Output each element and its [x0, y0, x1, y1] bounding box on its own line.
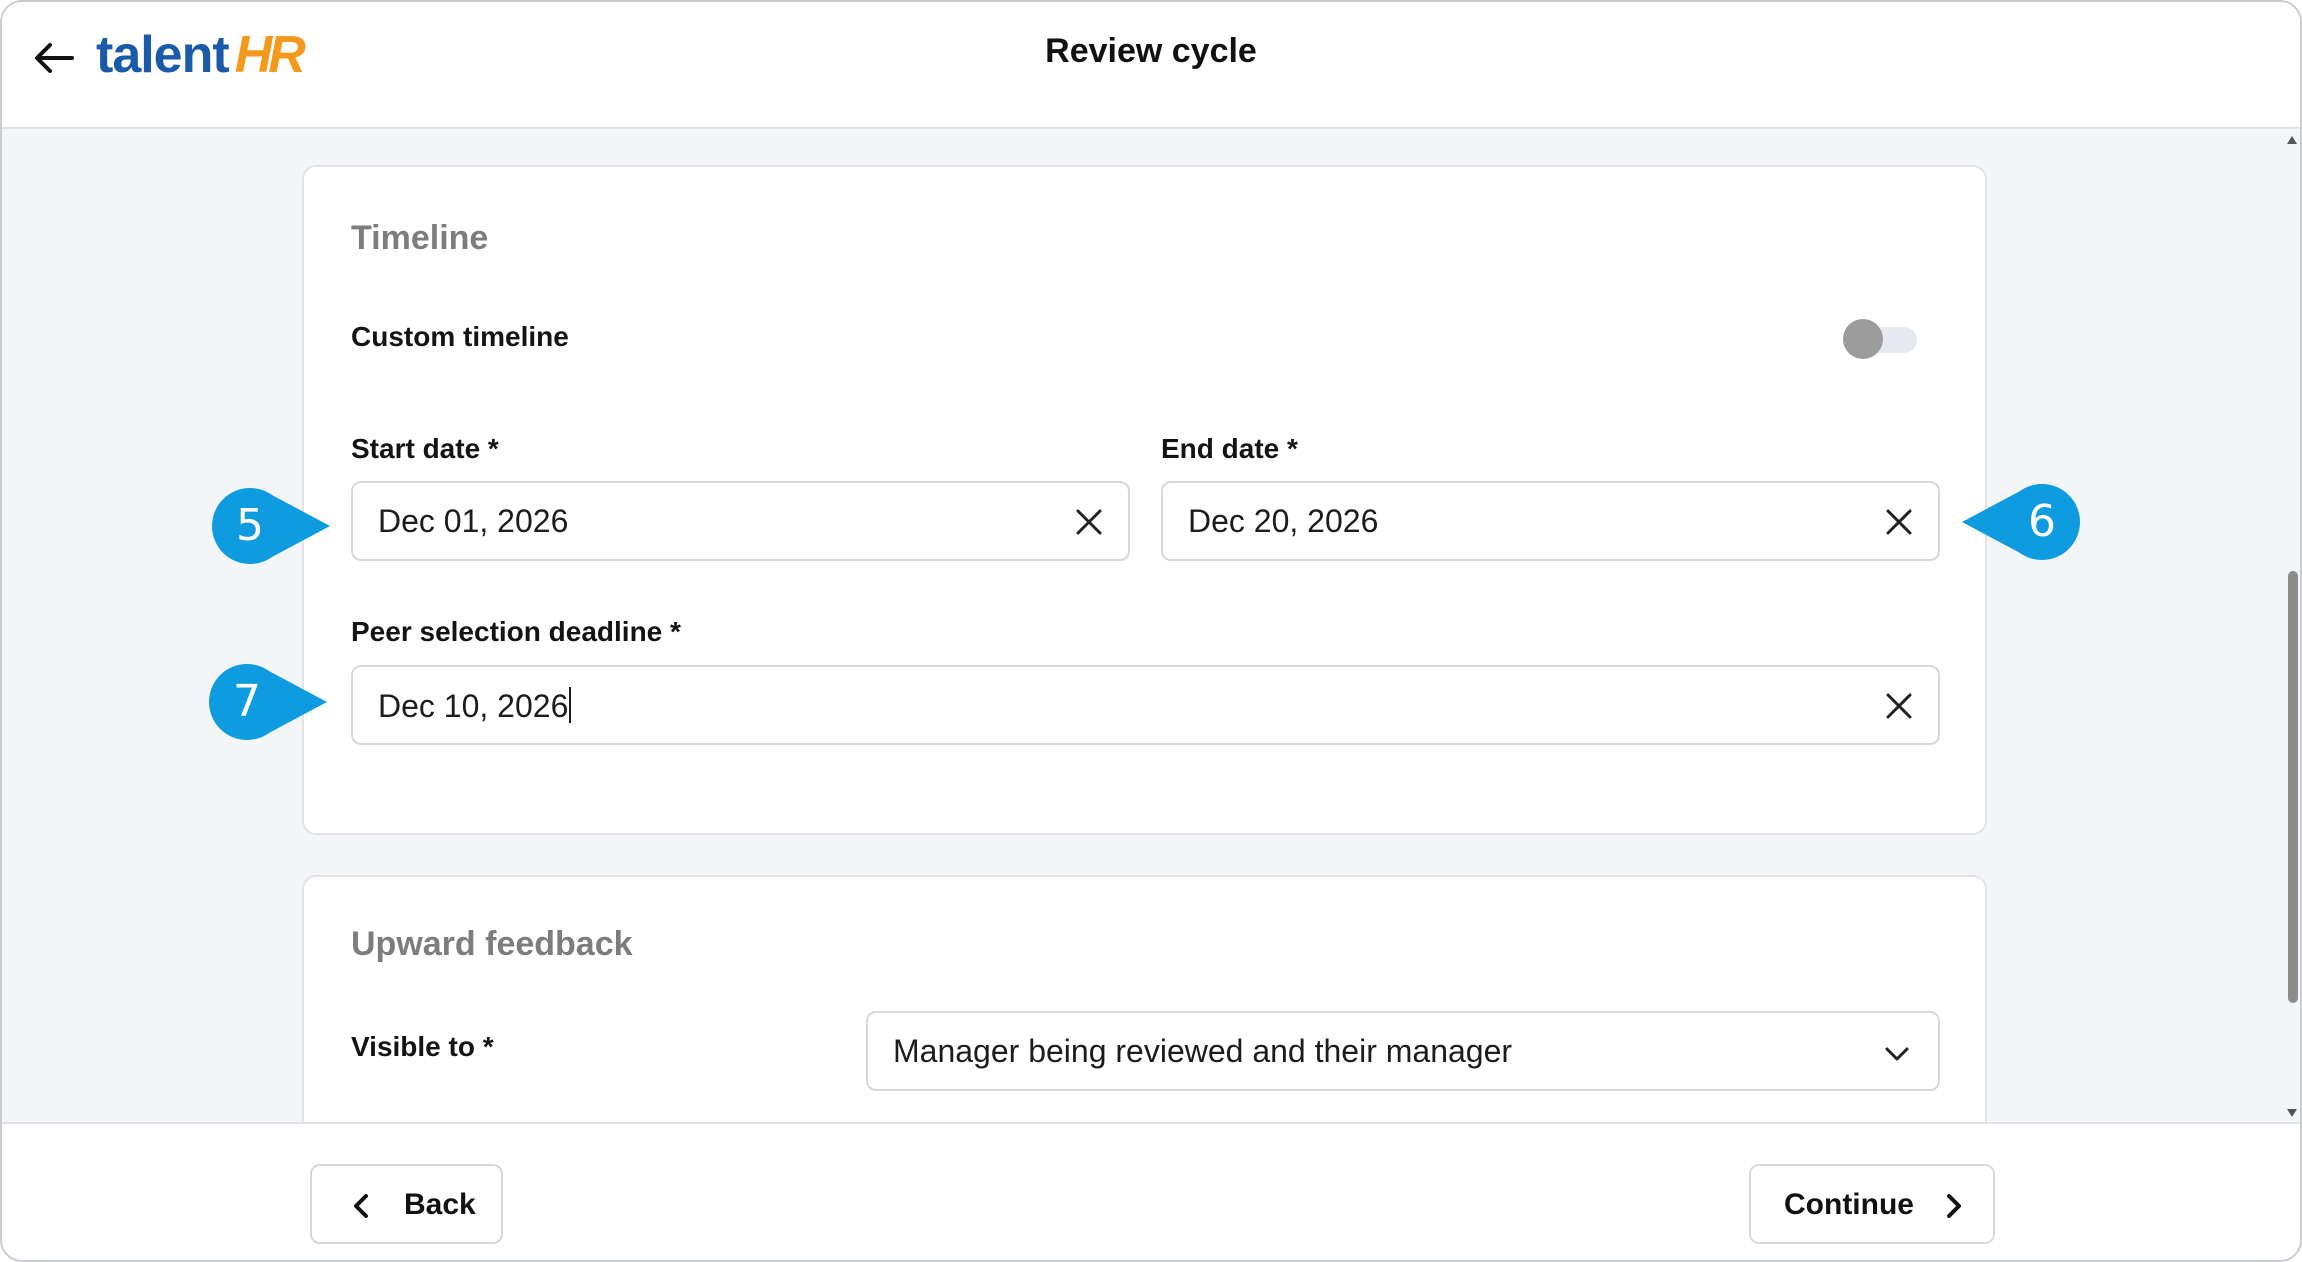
continue-button-label: Continue	[1784, 1188, 1914, 1221]
vertical-scrollbar[interactable]	[2280, 129, 2300, 1122]
end-date-value: Dec 20, 2026	[1188, 503, 1379, 539]
page-title: Review cycle	[1045, 32, 1257, 70]
text-caret	[569, 687, 572, 723]
end-date-label: End date *	[1161, 433, 1298, 464]
chevron-left-icon	[348, 1192, 376, 1220]
chevron-right-icon	[1939, 1192, 1967, 1220]
upward-feedback-card: Upward feedback Visible to * Manager bei…	[302, 875, 1987, 1122]
visible-to-select[interactable]: Manager being reviewed and their manager	[866, 1011, 1940, 1091]
main-content: Timeline Custom timeline Start date * De…	[2, 129, 2300, 1122]
callout-7: 7	[207, 662, 337, 742]
scroll-up-arrow-icon[interactable]	[2285, 133, 2299, 145]
start-date-field[interactable]: Dec 01, 2026	[351, 481, 1130, 561]
visible-to-value: Manager being reviewed and their manager	[893, 1033, 1513, 1069]
start-date-value: Dec 01, 2026	[378, 503, 569, 539]
callout-number: 5	[236, 500, 264, 551]
peer-deadline-field[interactable]: Dec 10, 2026	[351, 665, 1940, 745]
back-button-label: Back	[404, 1188, 476, 1221]
chevron-down-icon[interactable]	[1882, 1039, 1912, 1069]
footer-bar: Back Continue	[2, 1122, 2300, 1260]
close-icon[interactable]	[1884, 507, 1914, 537]
start-date-label: Start date *	[351, 433, 499, 464]
peer-deadline-value: Dec 10, 2026	[378, 688, 569, 724]
toggle-knob	[1843, 319, 1883, 359]
callout-number: 6	[2028, 496, 2056, 547]
top-bar: talent HR Review cycle	[2, 2, 2300, 129]
scroll-down-arrow-icon[interactable]	[2285, 1106, 2299, 1118]
callout-5: 5	[210, 486, 340, 566]
visible-to-label: Visible to *	[351, 1031, 494, 1062]
section-title-timeline: Timeline	[351, 219, 489, 257]
end-date-field[interactable]: Dec 20, 2026	[1161, 481, 1940, 561]
back-button[interactable]: Back	[310, 1164, 503, 1244]
custom-timeline-label: Custom timeline	[351, 321, 569, 352]
close-icon[interactable]	[1074, 507, 1104, 537]
scroll-thumb[interactable]	[2288, 571, 2298, 1003]
close-icon[interactable]	[1884, 691, 1914, 721]
peer-deadline-label: Peer selection deadline *	[351, 616, 681, 647]
custom-timeline-toggle[interactable]	[1843, 318, 1919, 359]
timeline-card: Timeline Custom timeline Start date * De…	[302, 165, 1987, 835]
section-title-upward-feedback: Upward feedback	[351, 925, 633, 963]
callout-number: 7	[233, 676, 261, 727]
callout-6: 6	[1952, 482, 2082, 562]
peer-deadline-text: Dec 10, 2026	[378, 687, 572, 725]
continue-button[interactable]: Continue	[1749, 1164, 1995, 1244]
app-window: talent HR Review cycle Timeline Custom t…	[0, 0, 2302, 1262]
